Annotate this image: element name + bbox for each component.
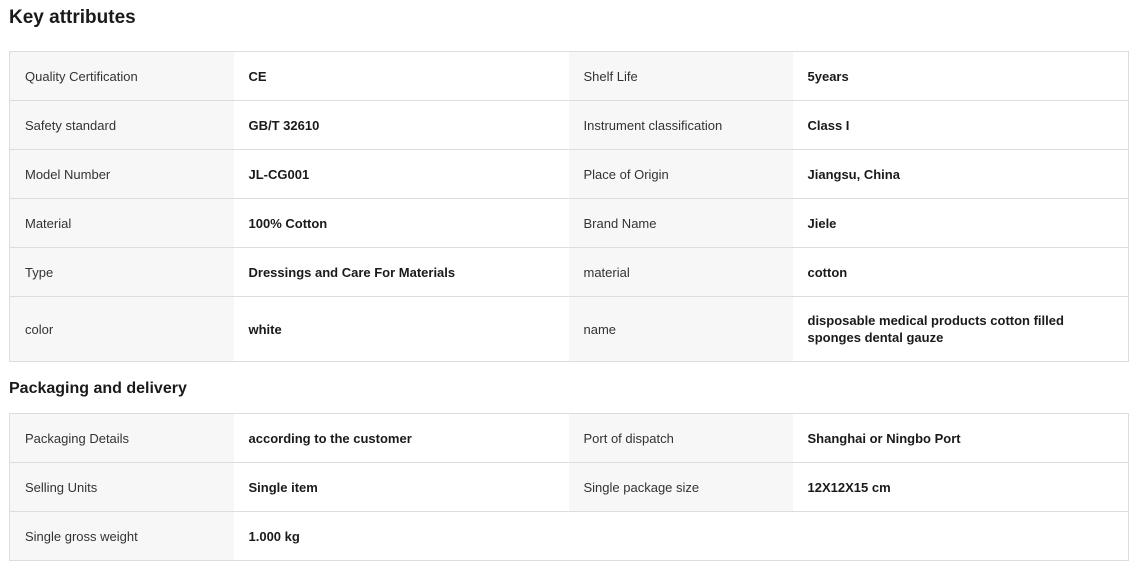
attribute-value: JL-CG001 bbox=[233, 149, 569, 199]
attribute-value: 1.000 kg bbox=[233, 511, 569, 561]
table-row: Safety standard GB/T 32610 Instrument cl… bbox=[9, 100, 1129, 150]
attribute-label: Model Number bbox=[9, 149, 234, 199]
attribute-label: Quality Certification bbox=[9, 51, 234, 101]
packaging-delivery-table: Packaging Details according to the custo… bbox=[9, 413, 1129, 561]
table-row: Packaging Details according to the custo… bbox=[9, 413, 1129, 463]
attribute-label: Brand Name bbox=[568, 198, 793, 248]
attribute-label: Selling Units bbox=[9, 462, 234, 512]
key-attributes-table: Quality Certification CE Shelf Life 5yea… bbox=[9, 51, 1129, 362]
attribute-value: 5years bbox=[792, 51, 1129, 101]
attribute-value: CE bbox=[233, 51, 569, 101]
attribute-value: 100% Cotton bbox=[233, 198, 569, 248]
table-row: Selling Units Single item Single package… bbox=[9, 462, 1129, 512]
packaging-delivery-heading: Packaging and delivery bbox=[9, 380, 187, 397]
attribute-value: Single item bbox=[233, 462, 569, 512]
table-row: Quality Certification CE Shelf Life 5yea… bbox=[9, 51, 1129, 101]
attribute-label: Shelf Life bbox=[568, 51, 793, 101]
attribute-label: name bbox=[568, 296, 793, 362]
attribute-label: Single gross weight bbox=[9, 511, 234, 561]
attribute-value: Class I bbox=[792, 100, 1129, 150]
table-row: Type Dressings and Care For Materials ma… bbox=[9, 247, 1129, 297]
attribute-value: Jiele bbox=[792, 198, 1129, 248]
attribute-value: Shanghai or Ningbo Port bbox=[792, 413, 1129, 463]
attribute-label: color bbox=[9, 296, 234, 362]
attribute-label: Packaging Details bbox=[9, 413, 234, 463]
attribute-label: material bbox=[568, 247, 793, 297]
attribute-value: GB/T 32610 bbox=[233, 100, 569, 150]
attribute-label: Single package size bbox=[568, 462, 793, 512]
attribute-label: Type bbox=[9, 247, 234, 297]
attribute-label: Instrument classification bbox=[568, 100, 793, 150]
attribute-value: Jiangsu, China bbox=[792, 149, 1129, 199]
table-row: Single gross weight 1.000 kg bbox=[9, 511, 1129, 561]
attribute-value: white bbox=[233, 296, 569, 362]
attribute-value: 12X12X15 cm bbox=[792, 462, 1129, 512]
attribute-label: Material bbox=[9, 198, 234, 248]
attribute-label: Port of dispatch bbox=[568, 413, 793, 463]
attribute-value: disposable medical products cotton fille… bbox=[792, 296, 1129, 362]
product-attributes-page: Key attributes Quality Certification CE … bbox=[0, 0, 1140, 573]
attribute-value: Dressings and Care For Materials bbox=[233, 247, 569, 297]
table-row: Material 100% Cotton Brand Name Jiele bbox=[9, 198, 1129, 248]
attribute-label: Place of Origin bbox=[568, 149, 793, 199]
table-row: Model Number JL-CG001 Place of Origin Ji… bbox=[9, 149, 1129, 199]
key-attributes-heading: Key attributes bbox=[9, 7, 136, 28]
attribute-label: Safety standard bbox=[9, 100, 234, 150]
table-row: color white name disposable medical prod… bbox=[9, 296, 1129, 362]
attribute-value: according to the customer bbox=[233, 413, 569, 463]
attribute-value: cotton bbox=[792, 247, 1129, 297]
empty-cell bbox=[792, 511, 1129, 561]
empty-cell bbox=[568, 511, 793, 561]
